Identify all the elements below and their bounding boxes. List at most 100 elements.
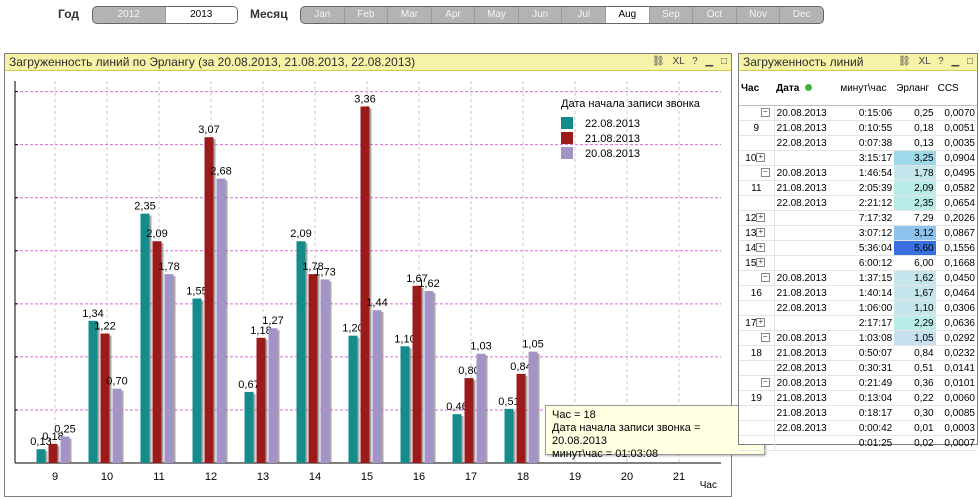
bar[interactable] — [164, 274, 174, 463]
bar[interactable] — [244, 391, 254, 463]
expand-icon[interactable]: + — [756, 153, 766, 163]
bar[interactable] — [192, 298, 202, 463]
table-row[interactable]: 9 21.08.2013 0:10:55 0,18 0,0051 — [739, 120, 977, 136]
bar[interactable] — [268, 328, 278, 463]
year-selector[interactable]: 2012 2013 — [92, 6, 238, 24]
bar[interactable] — [516, 373, 526, 463]
table-row[interactable]: 22.08.2013 0:00:42 0,01 0,0003 — [739, 420, 977, 436]
table-row[interactable]: −20.08.2013 1:46:54 1,78 0,0495 — [739, 165, 977, 181]
bar[interactable] — [424, 291, 434, 463]
excel-export-icon[interactable]: XL — [918, 56, 930, 67]
table-row[interactable]: 15 + 6:00:12 6,00 0,1668 — [739, 255, 977, 271]
bar[interactable] — [504, 408, 514, 463]
year-option-2012[interactable]: 2012 — [93, 7, 166, 23]
expand-icon[interactable]: + — [756, 228, 766, 238]
table-row[interactable]: 18 21.08.2013 0:50:07 0,84 0,0232 — [739, 345, 977, 361]
column-header-ccs[interactable]: CCS — [935, 71, 977, 106]
bar[interactable] — [348, 335, 358, 463]
collapse-icon[interactable]: − — [760, 108, 770, 118]
month-option-jul[interactable]: Jul — [562, 7, 607, 23]
bar[interactable] — [400, 346, 410, 463]
bar[interactable] — [296, 241, 306, 463]
date-cell: 22.08.2013 — [774, 360, 839, 376]
bar[interactable] — [372, 310, 382, 463]
column-header-hour[interactable]: Час — [739, 71, 775, 106]
bar[interactable] — [36, 449, 46, 463]
table-row[interactable]: 19 21.08.2013 0:13:04 0,22 0,0060 — [739, 390, 977, 406]
table-row[interactable]: 13 + 3:07:12 3,12 0,0867 — [739, 225, 977, 241]
month-option-aug[interactable]: Aug — [606, 7, 650, 23]
month-option-jun[interactable]: Jun — [519, 7, 563, 23]
maximize-icon[interactable]: □ — [721, 56, 727, 67]
bar[interactable] — [60, 436, 70, 463]
month-option-sep[interactable]: Sep — [650, 7, 694, 23]
bar[interactable] — [204, 137, 214, 463]
table-row[interactable]: 16 21.08.2013 1:40:14 1,67 0,0464 — [739, 285, 977, 301]
bar[interactable] — [476, 353, 486, 463]
month-option-dec[interactable]: Dec — [780, 7, 823, 23]
year-option-2013[interactable]: 2013 — [165, 7, 237, 23]
month-option-may[interactable]: May — [475, 7, 519, 23]
bar[interactable] — [360, 106, 370, 463]
bar[interactable] — [452, 414, 462, 463]
bar[interactable] — [412, 285, 422, 463]
help-icon[interactable]: ? — [692, 56, 698, 67]
minimize-icon[interactable]: ▁ — [951, 56, 959, 67]
table-row[interactable]: 11 21.08.2013 2:05:39 2,09 0,0582 — [739, 180, 977, 196]
help-icon[interactable]: ? — [938, 56, 944, 67]
collapse-icon[interactable]: − — [760, 273, 770, 283]
column-header-minutes[interactable]: минут\час — [838, 71, 895, 106]
collapse-icon[interactable]: − — [760, 168, 770, 178]
table-row[interactable]: 22.08.2013 2:21:12 2,35 0,0654 — [739, 195, 977, 211]
month-option-apr[interactable]: Apr — [432, 7, 476, 23]
hour-cell: 15 + — [739, 255, 775, 271]
minimize-icon[interactable]: ▁ — [705, 56, 713, 67]
month-option-nov[interactable]: Nov — [737, 7, 781, 23]
table-row[interactable]: 22.08.2013 1:06:00 1,10 0,0306 — [739, 300, 977, 316]
table-row[interactable]: −20.08.2013 0:15:06 0,25 0,0070 — [739, 105, 977, 121]
table-row[interactable]: 12 + 7:17:32 7,29 0,2026 — [739, 210, 977, 226]
bar[interactable] — [464, 378, 474, 463]
column-header-erlang[interactable]: Эрланг — [894, 71, 936, 106]
month-option-oct[interactable]: Oct — [693, 7, 737, 23]
bar[interactable] — [308, 274, 318, 463]
bar[interactable] — [140, 213, 150, 463]
table-row[interactable]: 0:01:25 0,02 0,0007 — [739, 435, 977, 451]
excel-export-icon[interactable]: XL — [672, 56, 684, 67]
bar[interactable] — [88, 320, 98, 463]
table-row[interactable]: −20.08.2013 1:03:08 1,05 0,0292 — [739, 330, 977, 346]
collapse-icon[interactable]: − — [760, 333, 770, 343]
maximize-icon[interactable]: □ — [967, 56, 973, 67]
bar[interactable] — [256, 337, 266, 463]
expand-icon[interactable]: + — [756, 318, 766, 328]
expand-icon[interactable]: + — [756, 243, 766, 253]
expand-icon[interactable]: + — [756, 213, 766, 223]
table-row[interactable]: 14 + 5:36:04 5,60 0,1556 — [739, 240, 977, 256]
month-option-feb[interactable]: Feb — [345, 7, 389, 23]
column-header-date[interactable]: Дата — [774, 71, 839, 106]
date-cell: 20.08.2013 — [774, 330, 839, 346]
chain-icon[interactable]: ⛓ — [898, 56, 911, 67]
table-row[interactable]: −20.08.2013 1:37:15 1,62 0,0450 — [739, 270, 977, 286]
bar[interactable] — [320, 279, 330, 463]
data-label: 0,51 — [498, 396, 519, 408]
chain-icon[interactable]: ⛓ — [652, 56, 665, 67]
legend-item: 22.08.2013 — [585, 118, 640, 130]
bar[interactable] — [528, 351, 538, 463]
bar[interactable] — [216, 178, 226, 463]
table-row[interactable]: 17 + 2:17:17 2,29 0,0636 — [739, 315, 977, 331]
table-row[interactable]: 22.08.2013 0:30:31 0,51 0,0141 — [739, 360, 977, 376]
bar[interactable] — [100, 333, 110, 463]
table-row[interactable]: 21.08.2013 0:18:17 0,30 0,0085 — [739, 405, 977, 421]
table-row[interactable]: 10 + 3:15:17 3,25 0,0904 — [739, 150, 977, 166]
month-option-mar[interactable]: Mar — [388, 7, 432, 23]
bar[interactable] — [152, 241, 162, 463]
table-row[interactable]: −20.08.2013 0:21:49 0,36 0,0101 — [739, 375, 977, 391]
collapse-icon[interactable]: − — [760, 378, 770, 388]
table-row[interactable]: 22.08.2013 0:07:38 0,13 0,0035 — [739, 135, 977, 151]
bar[interactable] — [48, 443, 58, 463]
bar[interactable] — [112, 388, 122, 463]
month-selector[interactable]: Jan Feb Mar Apr May Jun Jul Aug Sep Oct Nov Dec — [300, 6, 824, 24]
month-option-jan[interactable]: Jan — [301, 7, 345, 23]
expand-icon[interactable]: + — [756, 258, 766, 268]
